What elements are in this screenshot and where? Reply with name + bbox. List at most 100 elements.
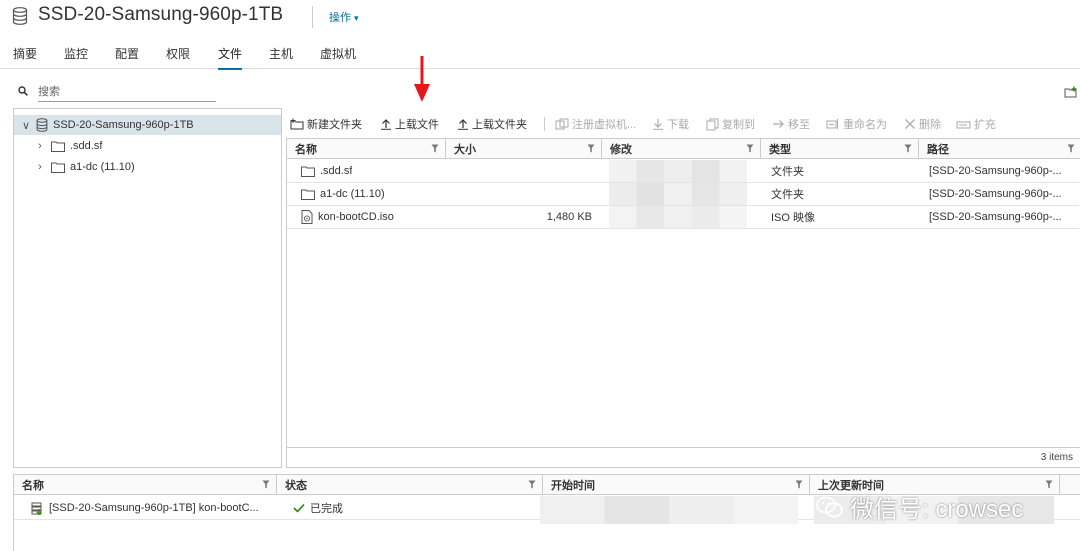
rename-button[interactable]: 重命名为 [826, 116, 887, 132]
tree-item-label: SSD-20-Samsung-960p-1TB [53, 119, 194, 131]
folder-icon [51, 141, 65, 152]
folder-tree: ∨ SSD-20-Samsung-960p-1TB › .sdd.sf › a1… [13, 108, 282, 468]
file-grid: 名称 大小 修改 类型 路径 .sdd.sf 文件夹 [SSD-20-Samsu… [286, 138, 1080, 468]
watermark-text: 微信号: crowsec [850, 496, 1024, 523]
column-header-name[interactable]: 名称 [287, 139, 446, 159]
cell-size: 1,480 KB [546, 211, 592, 223]
column-header-type[interactable]: 类型 [761, 139, 919, 159]
tree-item-root[interactable]: ∨ SSD-20-Samsung-960p-1TB [14, 115, 281, 135]
inflate-button[interactable]: 扩充 [956, 116, 996, 132]
datastore-icon [36, 118, 48, 132]
tab-bar: 摘要 监控 配置 权限 文件 主机 虚拟机 [0, 40, 1080, 70]
tab-files[interactable]: 文件 [218, 45, 243, 70]
tree-item-sdd-sf[interactable]: › .sdd.sf [14, 136, 281, 156]
filter-icon[interactable] [746, 144, 754, 153]
register-vm-label: 注册虚拟机... [572, 119, 637, 131]
upload-file-button[interactable]: 上载文件 [380, 116, 439, 132]
search-icon [18, 86, 28, 96]
register-vm-button[interactable]: 注册虚拟机... [555, 116, 636, 132]
copy-to-label: 复制到 [722, 119, 755, 131]
column-header-start-time[interactable]: 开始时间 [543, 475, 810, 495]
download-label: 下载 [667, 119, 689, 131]
wechat-logo-icon [816, 496, 843, 517]
task-name-cell: [SSD-20-Samsung-960p-1TB] kon-bootC... [31, 497, 259, 519]
tab-hosts[interactable]: 主机 [269, 45, 293, 68]
tab-vms[interactable]: 虚拟机 [320, 45, 356, 68]
cell-name: kon-bootCD.iso [301, 206, 394, 228]
table-row[interactable]: .sdd.sf 文件夹 [SSD-20-Samsung-960p-... [287, 160, 1079, 183]
chevron-down-icon[interactable]: ∨ [20, 119, 32, 132]
filter-icon[interactable] [1067, 144, 1075, 153]
delete-label: 删除 [919, 119, 941, 131]
column-header-task-name[interactable]: 名称 [14, 475, 277, 495]
column-label: 名称 [22, 480, 44, 492]
file-name: a1-dc (11.10) [320, 188, 385, 200]
table-row[interactable]: a1-dc (11.10) 文件夹 [SSD-20-Samsung-960p-.… [287, 183, 1079, 206]
item-count: 3 items [1040, 452, 1073, 463]
table-row[interactable]: kon-bootCD.iso 1,480 KB ISO 映像 [SSD-20-S… [287, 206, 1079, 229]
actions-menu-button[interactable]: 操作 ▾ [329, 9, 359, 25]
new-folder-button[interactable]: 新建文件夹 [290, 116, 362, 132]
tab-summary[interactable]: 摘要 [13, 45, 37, 68]
search-bar [0, 78, 240, 104]
column-label: 开始时间 [551, 480, 595, 492]
filter-icon[interactable] [431, 144, 439, 153]
filter-icon[interactable] [1045, 480, 1053, 489]
file-name: kon-bootCD.iso [318, 211, 394, 223]
column-header-path[interactable]: 路径 [919, 139, 1080, 159]
cell-type: 文件夹 [771, 189, 804, 201]
column-header-modified[interactable]: 修改 [602, 139, 761, 159]
cell-path: [SSD-20-Samsung-960p-... [929, 188, 1062, 200]
tree-item-label: a1-dc (11.10) [70, 161, 135, 173]
disk-icon [956, 121, 971, 128]
checkmark-icon [293, 503, 305, 513]
arrow-right-icon [773, 120, 784, 128]
download-icon [653, 119, 663, 130]
cell-path: [SSD-20-Samsung-960p-... [929, 165, 1062, 177]
cell-path: [SSD-20-Samsung-960p-... [929, 211, 1062, 223]
move-to-label: 移至 [788, 119, 810, 131]
upload-folder-label: 上载文件夹 [472, 119, 527, 131]
download-button[interactable]: 下载 [652, 116, 689, 132]
cell-name: a1-dc (11.10) [301, 183, 385, 205]
start-time-redacted [540, 496, 798, 524]
new-folder-icon [290, 118, 304, 130]
new-folder-corner-icon[interactable] [1064, 86, 1078, 99]
filter-icon[interactable] [262, 480, 270, 489]
rename-icon [826, 119, 838, 129]
column-label: 类型 [769, 144, 791, 156]
column-label: 大小 [454, 144, 476, 156]
task-name: [SSD-20-Samsung-960p-1TB] kon-bootC... [49, 502, 259, 514]
modified-date-redacted [609, 160, 747, 182]
filter-icon[interactable] [528, 480, 536, 489]
tree-item-a1-dc[interactable]: › a1-dc (11.10) [14, 157, 281, 177]
chevron-right-icon[interactable]: › [34, 140, 46, 152]
delete-button[interactable]: 删除 [904, 116, 941, 132]
search-input[interactable] [38, 82, 216, 102]
column-label: 状态 [285, 480, 307, 492]
column-header-status[interactable]: 状态 [277, 475, 543, 495]
filter-icon[interactable] [587, 144, 595, 153]
file-name: .sdd.sf [320, 165, 353, 177]
chevron-right-icon[interactable]: › [34, 161, 46, 173]
page-title: SSD-20-Samsung-960p-1TB [38, 4, 284, 25]
task-status-cell: 已完成 [293, 497, 343, 519]
cell-type: ISO 映像 [771, 212, 816, 224]
iso-file-icon [301, 210, 313, 224]
cell-type: 文件夹 [771, 166, 804, 178]
column-label: 路径 [927, 144, 949, 156]
tab-monitor[interactable]: 监控 [64, 45, 88, 68]
page-header: SSD-20-Samsung-960p-1TB 操作 ▾ [0, 0, 1080, 36]
tab-configure[interactable]: 配置 [115, 45, 139, 68]
filter-icon[interactable] [904, 144, 912, 153]
upload-folder-button[interactable]: 上载文件夹 [457, 116, 527, 132]
column-label: 修改 [610, 144, 632, 156]
watermark: 微信号: crowsec [816, 489, 1023, 524]
folder-icon [51, 162, 65, 173]
new-folder-label: 新建文件夹 [307, 119, 362, 131]
copy-to-button[interactable]: 复制到 [706, 116, 755, 132]
tab-permissions[interactable]: 权限 [166, 45, 190, 68]
column-header-size[interactable]: 大小 [446, 139, 602, 159]
filter-icon[interactable] [795, 480, 803, 489]
move-to-button[interactable]: 移至 [772, 116, 810, 132]
